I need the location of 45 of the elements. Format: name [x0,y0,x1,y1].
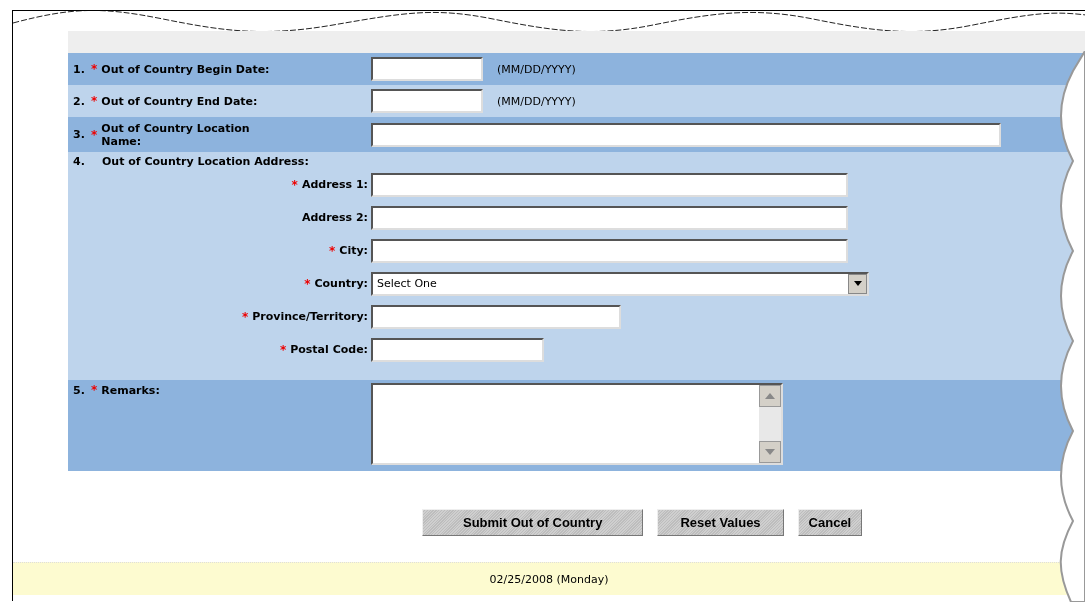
field-label: Address 1: [301,178,368,191]
caret-icon [853,281,862,286]
field-label: Postal Code: [290,343,368,356]
required-mark: * [304,276,311,291]
field-label: Address 2: [301,211,368,224]
down-arrow-icon [765,449,775,455]
country-dropdown[interactable]: Select One [371,271,869,296]
item-number: 5. [73,383,86,397]
text-field[interactable] [371,304,621,329]
field-label: Out of Country End Date: [101,94,258,108]
item-number: 1. [73,62,86,76]
field-label: Out of Country Begin Date: [101,62,270,76]
required-mark: * [91,383,98,397]
item-number: 4. [73,155,86,168]
text-field[interactable] [371,172,848,197]
submit-button[interactable]: Submit Out of Country [422,509,644,536]
up-arrow-icon [765,393,775,399]
reset-button[interactable]: Reset Values [657,509,784,536]
field-label: Out of Country Location Name: [101,121,251,148]
cancel-button[interactable]: Cancel [797,509,863,536]
text-field[interactable] [371,205,848,230]
required-mark: * [279,342,287,357]
required-mark: * [241,309,249,324]
required-mark: * [91,62,98,76]
field-label: Out of Country Location Address: [102,155,309,168]
text-field[interactable] [371,238,848,263]
field-label: Province/Territory: [252,310,368,323]
item-number: 2. [73,94,86,108]
required-mark: * [291,177,298,192]
footer-date: 02/25/2008 (Monday) [489,572,609,586]
remarks-field[interactable] [371,383,783,465]
date-field[interactable] [371,57,483,81]
format-hint: (MM/DD/YYYY) [497,94,576,108]
required-mark: * [329,243,336,258]
item-number: 3. [73,128,86,141]
required-mark: * [91,127,98,142]
field-label: Remarks: [101,383,160,397]
text-field[interactable] [371,337,544,362]
scrollbar[interactable] [759,385,781,463]
date-field[interactable] [371,89,483,113]
text-field[interactable] [371,122,1001,147]
required-mark: * [91,94,98,108]
field-label: City: [339,244,368,257]
field-label: Country: [314,277,368,290]
format-hint: (MM/DD/YYYY) [497,62,576,76]
